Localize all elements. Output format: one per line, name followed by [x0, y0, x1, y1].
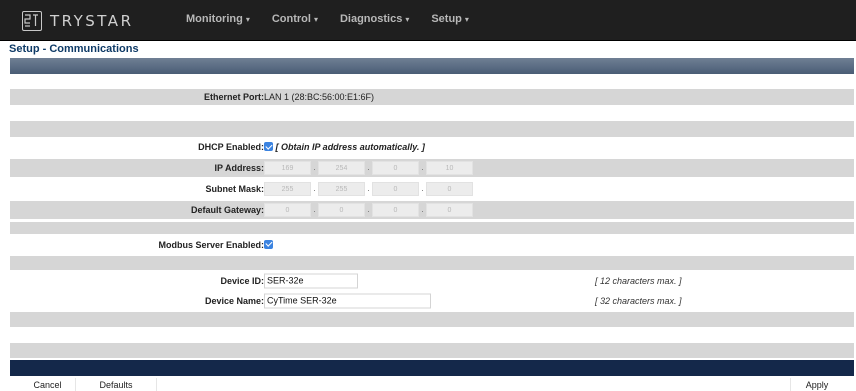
cancel-button[interactable]: Cancel: [20, 378, 76, 391]
modbus-label: Modbus Server Enabled:: [158, 239, 264, 250]
trystar-logo-icon: [22, 11, 42, 31]
ip-octet-1[interactable]: 169: [264, 161, 311, 175]
subnet-octet-4[interactable]: 0: [426, 182, 473, 196]
chevron-down-icon: ▾: [313, 15, 318, 24]
brand[interactable]: TRYSTAR: [22, 10, 134, 32]
octet-dot: .: [313, 162, 316, 173]
subnet-mask-value: 255. 255. 0. 0: [264, 182, 473, 196]
device-name-value: CyTime SER-32e: [264, 293, 431, 308]
ethernet-port-label: Ethernet Port:: [203, 92, 264, 102]
octet-dot: .: [421, 183, 424, 194]
dhcp-note: [ Obtain IP address automatically. ]: [275, 142, 425, 152]
device-id-label: Device ID:: [220, 275, 264, 286]
gateway-octet-3[interactable]: 0: [372, 203, 419, 217]
modbus-checkbox[interactable]: [264, 239, 273, 249]
brand-name: TRYSTAR: [50, 12, 134, 30]
device-id-value: SER-32e: [264, 273, 358, 288]
ip-address-value: 169. 254. 0. 10: [264, 161, 473, 175]
subnet-octet-3[interactable]: 0: [372, 182, 419, 196]
menu-diagnostics-label: Diagnostics: [339, 13, 403, 25]
chevron-down-icon: ▾: [405, 15, 410, 24]
defaults-button[interactable]: Defaults: [76, 378, 157, 391]
menu-monitoring-label: Monitoring: [186, 13, 243, 25]
subnet-octet-2[interactable]: 255: [318, 182, 365, 196]
octet-dot: .: [421, 204, 424, 215]
menu-diagnostics[interactable]: Diagnostics ▾: [340, 13, 409, 25]
subnet-octet-1[interactable]: 255: [264, 182, 311, 196]
chevron-down-icon: ▾: [245, 15, 250, 24]
chevron-down-icon: ▾: [464, 15, 469, 24]
modbus-row: Modbus Server Enabled:: [10, 236, 854, 253]
dhcp-row: DHCP Enabled: [ Obtain IP address automa…: [10, 139, 854, 155]
default-gateway-label: Default Gateway:: [190, 205, 264, 215]
separator-row: [10, 343, 854, 358]
gateway-octet-1[interactable]: 0: [264, 203, 311, 217]
device-id-hint: [ 12 characters max. ]: [595, 275, 682, 286]
ip-address-label: IP Address:: [214, 163, 264, 173]
menu-monitoring[interactable]: Monitoring ▾: [186, 13, 250, 25]
gateway-octet-4[interactable]: 0: [426, 203, 473, 217]
menu-control[interactable]: Control ▾: [272, 13, 318, 25]
dhcp-label: DHCP Enabled:: [198, 142, 264, 152]
ip-octet-4[interactable]: 10: [426, 161, 473, 175]
octet-dot: .: [313, 204, 316, 215]
section-header-bar: [10, 58, 854, 74]
device-id-row: Device ID: SER-32e [ 12 characters max. …: [10, 272, 854, 289]
ethernet-port-value: LAN 1 (28:BC:56:00:E1:6F): [264, 92, 375, 102]
footer-bar: [10, 360, 854, 376]
ethernet-port-row: Ethernet Port: LAN 1 (28:BC:56:00:E1:6F): [10, 89, 854, 105]
top-navbar: TRYSTAR Monitoring ▾ Control ▾ Diagnostics…: [0, 0, 856, 41]
menu-setup-label: Setup: [431, 13, 462, 25]
device-name-label: Device Name:: [204, 295, 264, 306]
page-title: Setup - Communications: [9, 43, 139, 55]
default-gateway-value: 0.0.0.0: [264, 203, 473, 217]
octet-dot: .: [367, 162, 370, 173]
octet-dot: .: [313, 183, 316, 194]
menu-control-label: Control: [271, 13, 311, 25]
device-id-input[interactable]: SER-32e: [264, 273, 358, 288]
separator-row: [10, 121, 854, 137]
dhcp-checkbox[interactable]: [264, 142, 273, 151]
gateway-octet-2[interactable]: 0: [318, 203, 365, 217]
separator-row: [10, 312, 854, 327]
modbus-value: [264, 239, 273, 250]
device-name-row: Device Name: CyTime SER-32e [ 32 charact…: [10, 292, 854, 309]
device-name-input[interactable]: CyTime SER-32e: [264, 293, 431, 308]
default-gateway-row: Default Gateway: 0.0.0.0: [10, 201, 854, 219]
main-menu: Monitoring ▾ Control ▾ Diagnostics ▾ Setup ▾: [186, 13, 491, 25]
ip-address-row: IP Address: 169. 254. 0. 10: [10, 159, 854, 177]
subnet-mask-label: Subnet Mask:: [205, 184, 264, 194]
separator-row: [10, 222, 854, 234]
menu-setup[interactable]: Setup ▾: [431, 13, 469, 25]
device-name-hint: [ 32 characters max. ]: [595, 295, 682, 306]
octet-dot: .: [421, 162, 424, 173]
octet-dot: .: [367, 204, 370, 215]
subnet-mask-row: Subnet Mask: 255. 255. 0. 0: [10, 180, 854, 198]
apply-button[interactable]: Apply: [790, 378, 843, 391]
separator-row: [10, 256, 854, 270]
ip-octet-2[interactable]: 254: [318, 161, 365, 175]
ip-octet-3[interactable]: 0: [372, 161, 419, 175]
octet-dot: .: [367, 183, 370, 194]
dhcp-value: [ Obtain IP address automatically. ]: [264, 142, 425, 152]
